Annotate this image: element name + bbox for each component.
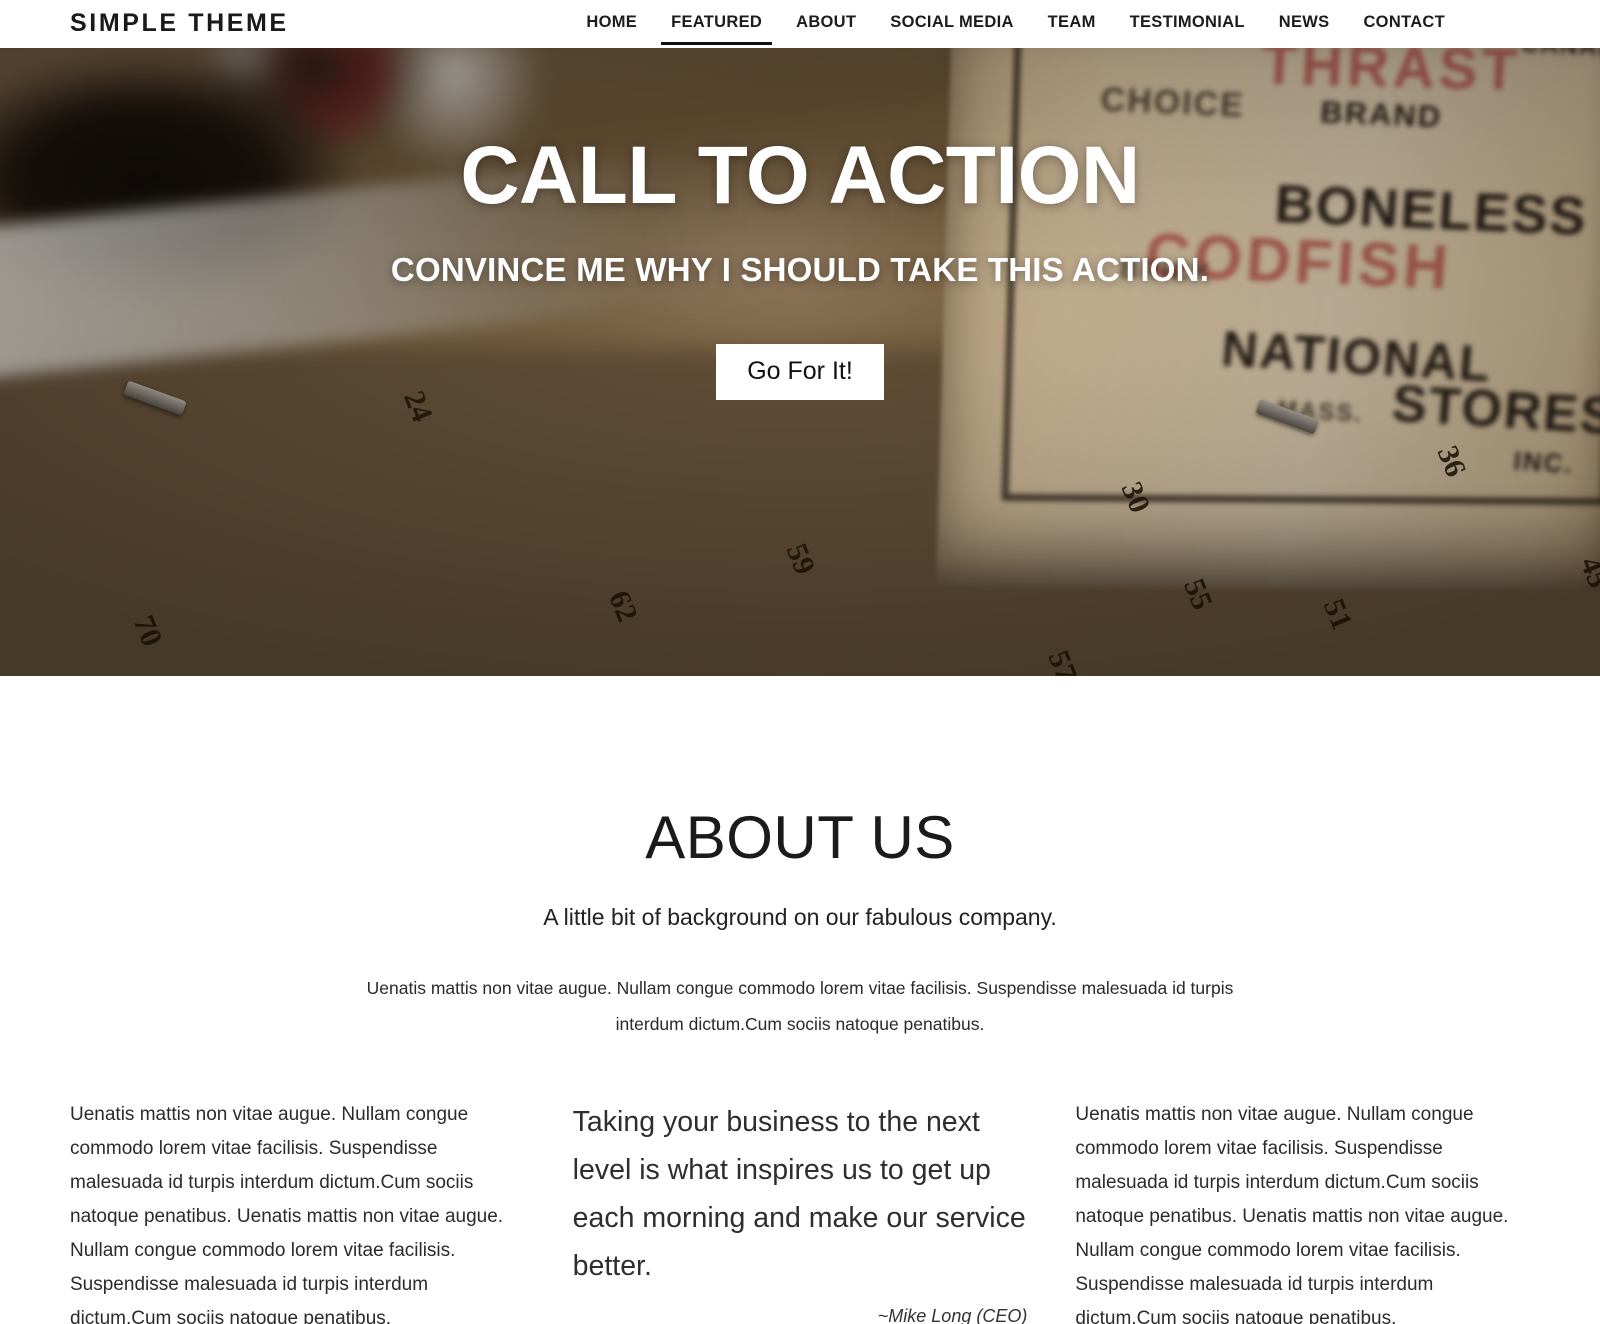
ruler-segment [0,585,1600,676]
nav-item-home[interactable]: HOME [569,11,654,33]
about-quote-attribution: ~Mike Long (CEO) [877,1306,1028,1324]
nav-item-news[interactable]: NEWS [1262,11,1347,33]
main-navigation: HOME FEATURED ABOUT SOCIAL MEDIA TEAM TE… [0,11,1600,45]
go-for-it-button[interactable]: Go For It! [716,344,884,400]
site-header: SIMPLE THEME HOME FEATURED ABOUT SOCIAL … [0,0,1600,48]
about-left-text: Uenatis mattis non vitae augue. Nullam c… [70,1104,504,1324]
ruler-segment [0,643,1600,676]
ruler-number: 55 [1177,574,1220,616]
about-column-center: Taking your business to the next level i… [573,1098,1028,1324]
nav-item-testimonial[interactable]: TESTIMONIAL [1113,11,1262,33]
nav-item-contact[interactable]: CONTACT [1346,11,1462,33]
ruler-number: 57 [1041,646,1083,676]
hero-subtitle: CONVINCE ME WHY I SHOULD TAKE THIS ACTIO… [390,251,1210,288]
ruler-number: 59 [779,539,822,580]
about-section: ABOUT US A little bit of background on o… [0,676,1600,1324]
ruler-number: 62 [602,586,645,627]
about-column-left: Uenatis mattis non vitae augue. Nullam c… [70,1098,525,1324]
about-column-right: Uenatis mattis non vitae augue. Nullam c… [1075,1098,1530,1324]
nav-item-team[interactable]: TEAM [1031,11,1113,33]
ruler-stick [0,618,1600,676]
hero-cta-container: Go For It! [0,344,1600,400]
hero-content: CALL TO ACTION CONVINCE ME WHY I SHOULD … [0,48,1600,400]
hero-section: CANADA THRAST BRAND CHOICE BONELESS CODF… [0,48,1600,676]
about-title: ABOUT US [645,804,955,871]
about-right-text: Uenatis mattis non vitae augue. Nullam c… [1075,1104,1509,1324]
ruler-number: 45 [1573,552,1600,593]
ruler-number: 51 [1317,594,1360,636]
ruler-number: 30 [1114,477,1157,518]
nav-item-about[interactable]: ABOUT [779,11,873,33]
about-subtitle: A little bit of background on our fabulo… [543,904,1057,930]
nav-item-featured[interactable]: FEATURED [654,11,779,45]
ruler-number: 36 [1430,441,1473,482]
nav-item-social-media[interactable]: SOCIAL MEDIA [873,11,1030,33]
about-lead-paragraph: Uenatis mattis non vitae augue. Nullam c… [366,978,1234,1034]
hero-title: CALL TO ACTION [460,130,1140,221]
ruler-number: 70 [126,611,169,652]
about-quote: Taking your business to the next level i… [572,1106,1026,1282]
ruler-stick [0,560,1600,676]
ruler-stick [0,502,1600,676]
ruler-hinge [1255,399,1319,435]
about-columns: Uenatis mattis non vitae augue. Nullam c… [0,1098,1600,1324]
